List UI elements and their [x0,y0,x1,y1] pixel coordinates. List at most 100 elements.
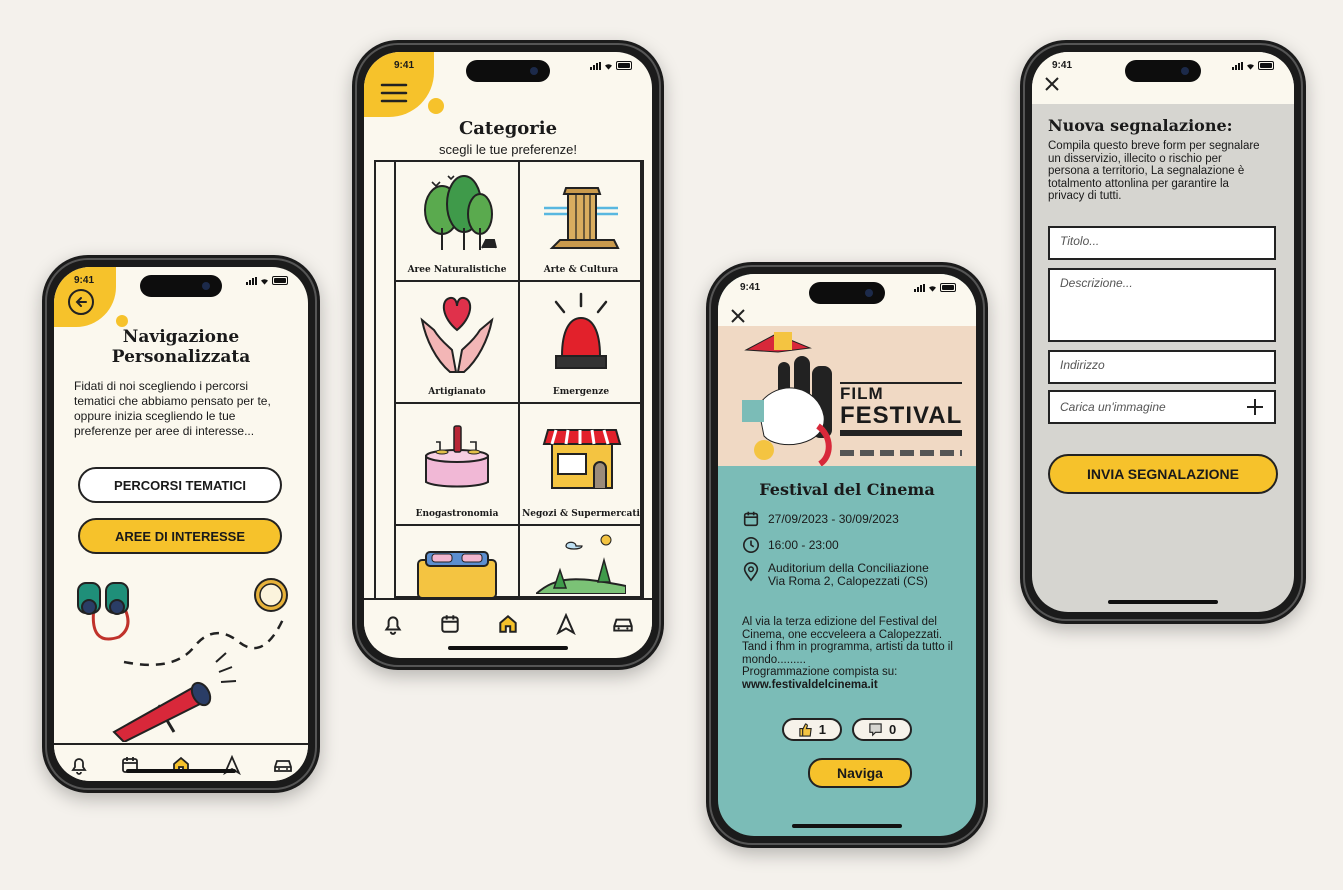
image-upload-label: Carica un'immagine [1060,400,1166,414]
car-icon [613,618,633,632]
wifi-icon [1247,64,1254,70]
screen-navigation: 9:41 Navigazione Personalizzata Fidati d… [54,267,308,781]
close-button[interactable] [730,308,746,324]
status-icons [590,61,632,70]
description-textarea[interactable]: Descrizione... [1048,268,1276,342]
image-upload-field[interactable]: Carica un'immagine [1048,390,1276,424]
poster-banner [840,430,962,436]
status-icons [246,276,288,285]
like-button[interactable]: 1 [781,718,842,741]
event-hours: 16:00 - 23:00 [768,538,839,552]
exploration-illustration [77,578,288,742]
aree-di-interesse-button[interactable]: AREE DI INTERESSE [78,518,282,554]
phone-navigation: 9:41 Navigazione Personalizzata Fidati d… [42,255,320,793]
title-input[interactable]: Titolo... [1048,226,1276,260]
program-label: Programmazione compista su: [742,666,898,678]
event-title: Festival del Cinema [759,480,935,499]
category-negozi-supermercati[interactable]: Negozi & Supermercati [520,404,644,526]
category-arte-cultura[interactable]: Arte & Cultura [520,160,644,282]
back-button[interactable] [68,289,94,315]
event-poster: FILM FESTIVAL [718,326,976,466]
navigation-arrow-icon [555,613,576,635]
title-line-1: Navigazione [122,327,240,347]
tab-notifications[interactable] [380,611,406,637]
close-icon [1045,77,1059,91]
tab-car[interactable] [270,752,296,778]
car-icon [273,760,292,772]
home-indicator [448,646,568,650]
page-title: Navigazione Personalizzata [54,327,308,367]
event-description: Al via la terza edizione del Festival de… [742,616,956,691]
tab-home[interactable] [495,611,521,637]
tab-notifications[interactable] [66,752,92,778]
yellow-dot [428,98,444,114]
tab-bar [54,743,308,781]
category-aree-naturalistiche[interactable]: Aree Naturalistiche [396,160,520,282]
page-title: Categorie [458,118,558,139]
column-ruin-icon [544,187,620,249]
close-icon [731,309,745,323]
phone-categories: 9:41 Categorie scegli le tue preferenze! [352,40,664,670]
poster-title-festival: FESTIVAL [840,402,963,429]
location-pin-icon [743,562,759,582]
category-label: Aree Naturalistiche [407,265,507,275]
event-dates: 27/09/2023 - 30/09/2023 [768,512,899,526]
battery-icon [940,283,956,292]
comment-icon [869,723,882,737]
description-text: Al via la terza edizione del Festival de… [742,616,953,666]
percorsi-tematici-button[interactable]: PERCORSI TEMATICI [78,467,282,503]
dynamic-island [809,282,885,304]
poster-sponsors [840,450,962,456]
event-website-link[interactable]: www.festivaldelcinema.it [742,679,878,691]
status-icons [1232,61,1274,70]
menu-button[interactable] [380,82,408,104]
form-intro: Compila questo breve form per segnalare … [1048,140,1260,202]
dynamic-island [466,60,550,82]
wifi-icon [929,286,936,292]
category-grid: Aree Naturalistiche Arte & Cultura Artig… [394,160,644,598]
phone-report-form: 9:41 Nuova segnalazione: Compila questo … [1020,40,1306,624]
tab-car[interactable] [610,611,636,637]
form-title: Nuova segnalazione: [1048,116,1233,135]
dynamic-island [140,275,222,297]
tab-bar [364,598,652,648]
signal-icon [914,284,925,292]
poster-artwork [742,332,832,466]
wifi-icon [605,64,612,70]
category-emergenze[interactable]: Emergenze [520,282,644,404]
calendar-icon [743,511,759,527]
tab-navigate[interactable] [219,752,245,778]
page-subtitle: scegli le tue preferenze! [438,142,578,157]
yellow-dot [116,315,128,327]
address-input[interactable]: Indirizzo [1048,350,1276,384]
signal-icon [590,62,601,70]
tab-home[interactable] [168,752,194,778]
hands-heart-icon [420,296,494,373]
category-label: Enogastronomia [415,509,499,519]
category-paesaggi[interactable] [520,526,644,598]
tab-navigate[interactable] [553,611,579,637]
submit-report-button[interactable]: INVIA SEGNALAZIONE [1048,454,1278,494]
plus-icon[interactable] [1246,398,1264,416]
status-time: 9:41 [740,282,761,293]
dislike-button[interactable]: 0 [852,718,913,741]
home-indicator [792,824,902,828]
battery-icon [616,61,632,70]
status-time: 9:41 [74,275,95,286]
event-details: 27/09/2023 - 30/09/2023 16:00 - 23:00 Au… [742,510,960,596]
close-button[interactable] [1044,76,1060,92]
poster-title-film: FILM [840,384,884,403]
signal-icon [246,277,257,285]
wifi-icon [261,279,268,285]
trees-icon [424,175,497,250]
like-count: 1 [818,722,826,737]
category-enogastronomia[interactable]: Enogastronomia [396,404,520,526]
category-artigianato[interactable]: Artigianato [396,282,520,404]
battery-icon [1258,61,1274,70]
tab-calendar[interactable] [437,611,463,637]
thumbs-up-icon [799,723,812,737]
tab-calendar[interactable] [117,752,143,778]
navigate-button[interactable]: Naviga [808,758,912,788]
reaction-row: 1 0 [718,718,976,741]
category-alloggi[interactable] [396,526,520,598]
